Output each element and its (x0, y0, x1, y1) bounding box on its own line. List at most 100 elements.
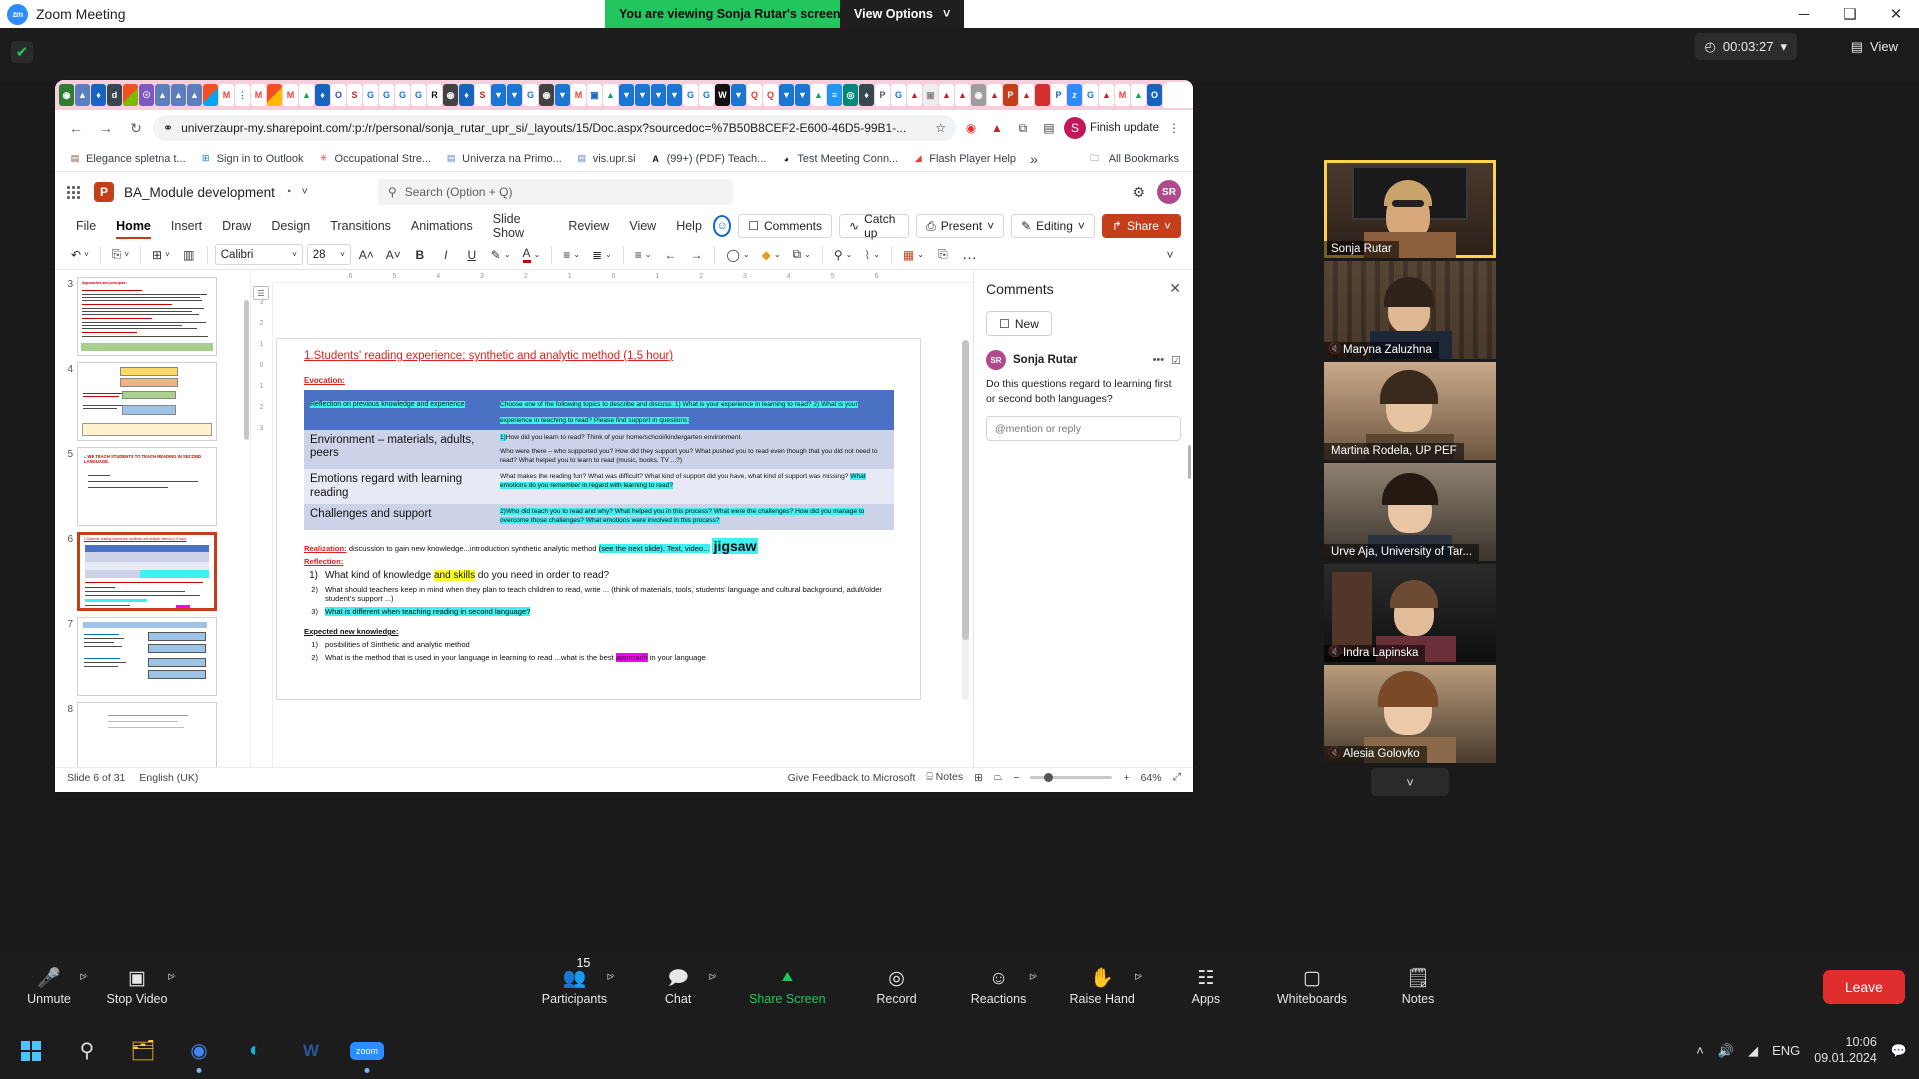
participant-tile[interactable]: 🔇 Alesia Golovko (1324, 665, 1496, 763)
app-launcher-icon[interactable] (67, 185, 80, 199)
browser-tab[interactable]: G (379, 84, 394, 106)
chevron-up-icon[interactable]: ᐭ (1029, 972, 1038, 983)
bookmark-item[interactable]: ▤ Univerza na Primo... (439, 151, 568, 167)
browser-tab[interactable]: ♦ (459, 84, 474, 106)
acrobat-extension-icon[interactable]: ▲ (986, 117, 1008, 139)
numbering-button[interactable]: ≣ ⌄ (588, 244, 616, 266)
thumbnail-item[interactable]: 3 Approaches and principles: (55, 274, 250, 359)
catch-up-button[interactable]: ∿ Catch up (839, 212, 910, 240)
font-family-select[interactable]: Calibri ˅ (214, 244, 303, 265)
browser-tab[interactable]: ≡ (827, 84, 842, 106)
slide-thumbnail-panel[interactable]: 3 Approaches and principles: 4 5 ...WE T… (55, 270, 251, 767)
browser-tab[interactable]: ▲ (987, 84, 1002, 106)
browser-tab[interactable]: R (427, 84, 442, 106)
outline-toggle-button[interactable]: ☰ (253, 286, 269, 300)
bookmarks-overflow-button[interactable]: » (1024, 149, 1044, 169)
close-button[interactable]: ✕ (1873, 0, 1919, 28)
browser-tab[interactable]: P (875, 84, 890, 106)
browser-tab[interactable]: O (331, 84, 346, 106)
tab-file[interactable]: File (67, 216, 105, 236)
record-button[interactable]: ◎ Record (866, 952, 928, 1022)
thumbnail-slide[interactable] (77, 362, 217, 441)
layout-button[interactable]: ▥ (178, 244, 200, 266)
slide-canvas[interactable]: 1.Students' reading experience; syntheti… (276, 338, 921, 700)
tab-review[interactable]: Review (559, 216, 618, 236)
browser-tab[interactable]: Q (747, 84, 762, 106)
browser-tab[interactable]: G (411, 84, 426, 106)
browser-tab[interactable]: S (347, 84, 362, 106)
account-avatar[interactable]: SR (1157, 180, 1181, 204)
language-indicator[interactable]: English (UK) (139, 772, 198, 784)
zoom-in-button[interactable]: + (1123, 772, 1129, 784)
comment-card[interactable]: SR Sonja Rutar ••• ☑ Do this questions r… (986, 350, 1181, 442)
browser-tab[interactable]: S (475, 84, 490, 106)
settings-gear-icon[interactable]: ⚙ (1132, 184, 1145, 201)
stop-video-button[interactable]: ▣ Stop Video ᐭ (106, 952, 176, 1022)
tab-slide-show[interactable]: Slide Show (484, 209, 558, 243)
slide-title[interactable]: 1.Students' reading experience; syntheti… (304, 350, 673, 362)
zoom-level[interactable]: 64% (1141, 772, 1162, 784)
browser-tab[interactable]: ▼ (507, 84, 522, 106)
browser-tab[interactable]: M (251, 84, 266, 106)
participant-tile[interactable]: Martina Rodela, UP PEF (1324, 362, 1496, 460)
chevron-down-icon[interactable]: ˅ (302, 186, 308, 198)
word-button[interactable]: W (294, 1034, 328, 1068)
language-indicator[interactable]: ENG (1772, 1043, 1800, 1058)
browser-tab[interactable]: ♦ (315, 84, 330, 106)
share-button[interactable]: ↱ Share ˅ (1101, 214, 1181, 238)
zoom-button[interactable]: zoom (350, 1034, 385, 1073)
decrease-indent-button[interactable]: ← (659, 244, 681, 266)
thumbnail-item[interactable]: 4 (55, 359, 250, 444)
browser-tab[interactable]: ▼ (619, 84, 634, 106)
tab-home[interactable]: Home (107, 216, 160, 239)
table-row[interactable]: Environment – materials, adults, peers 1… (304, 429, 894, 470)
volume-icon[interactable]: 🔊 (1718, 1043, 1734, 1059)
table-row[interactable]: Challenges and support 2)Who did teach y… (304, 503, 894, 530)
browser-tab[interactable]: ▲ (939, 84, 954, 106)
browser-tab[interactable]: G (363, 84, 378, 106)
thumbnail-item[interactable]: 5 ...WE TEACH STUDENTS TO TEACH READING … (55, 444, 250, 529)
all-bookmarks-button[interactable]: 🗀 All Bookmarks (1083, 151, 1185, 167)
more-commands-button[interactable]: … (958, 244, 981, 266)
thumbnail-slide[interactable] (77, 617, 217, 696)
unmute-button[interactable]: 🎤 Unmute ᐭ (18, 952, 88, 1022)
network-icon[interactable]: ◢ (1748, 1043, 1758, 1059)
browser-tab[interactable]: ◎ (843, 84, 858, 106)
bookmark-item[interactable]: ◕ Test Meeting Conn... (774, 151, 904, 167)
bookmark-item[interactable]: ✳ Occupational Stre... (312, 151, 438, 167)
browser-tab[interactable]: G (891, 84, 906, 106)
new-comment-button[interactable]: ☐ New (986, 311, 1052, 336)
bookmark-item[interactable]: A (99+) (PDF) Teach... (644, 151, 773, 167)
browser-tab[interactable]: ▲ (603, 84, 618, 106)
thumbnail-item-selected[interactable]: 6 1.Students' reading experience; synthe… (55, 529, 250, 614)
browser-tab[interactable]: ▼ (555, 84, 570, 106)
browser-tab[interactable]: ▲ (155, 84, 170, 106)
browser-tab[interactable] (203, 84, 218, 106)
browser-tab[interactable]: Q (763, 84, 778, 106)
browser-tab[interactable]: ◉ (59, 84, 74, 106)
designer-button[interactable]: ▦ ⌄ (899, 244, 928, 266)
taskbar-search-button[interactable]: ⚲ (70, 1034, 104, 1068)
raise-hand-button[interactable]: ✋ Raise Hand ᐭ (1070, 952, 1143, 1022)
browser-tab[interactable]: ◉ (443, 84, 458, 106)
bookmark-item[interactable]: ◢ Flash Player Help (906, 151, 1022, 167)
browser-tab[interactable]: ▲ (75, 84, 90, 106)
share-screen-button[interactable]: ⯅ Share Screen (749, 952, 825, 1022)
encryption-shield-badge[interactable]: ✔ (11, 41, 33, 63)
browser-tab[interactable]: ▲ (955, 84, 970, 106)
file-explorer-button[interactable]: 🗂 (126, 1034, 160, 1068)
edge-button[interactable]: ◐ (238, 1034, 272, 1068)
browser-tab[interactable]: ▲ (811, 84, 826, 106)
tab-design[interactable]: Design (262, 216, 319, 236)
chevron-up-icon[interactable]: ᐭ (167, 972, 176, 983)
view-layout-button[interactable]: ▤ View (1842, 33, 1907, 60)
paste-button[interactable]: ⎘ ˅ (108, 244, 133, 266)
tab-insert[interactable]: Insert (162, 216, 211, 236)
browser-tab[interactable] (267, 84, 282, 106)
tab-transitions[interactable]: Transitions (321, 216, 400, 236)
tab-view[interactable]: View (620, 216, 665, 236)
thumbnail-scrollbar[interactable] (244, 300, 249, 440)
browser-tab[interactable]: ▣ (587, 84, 602, 106)
resolve-icon[interactable]: ☑ (1171, 354, 1181, 367)
editor-button[interactable]: ⎘ (932, 244, 954, 266)
